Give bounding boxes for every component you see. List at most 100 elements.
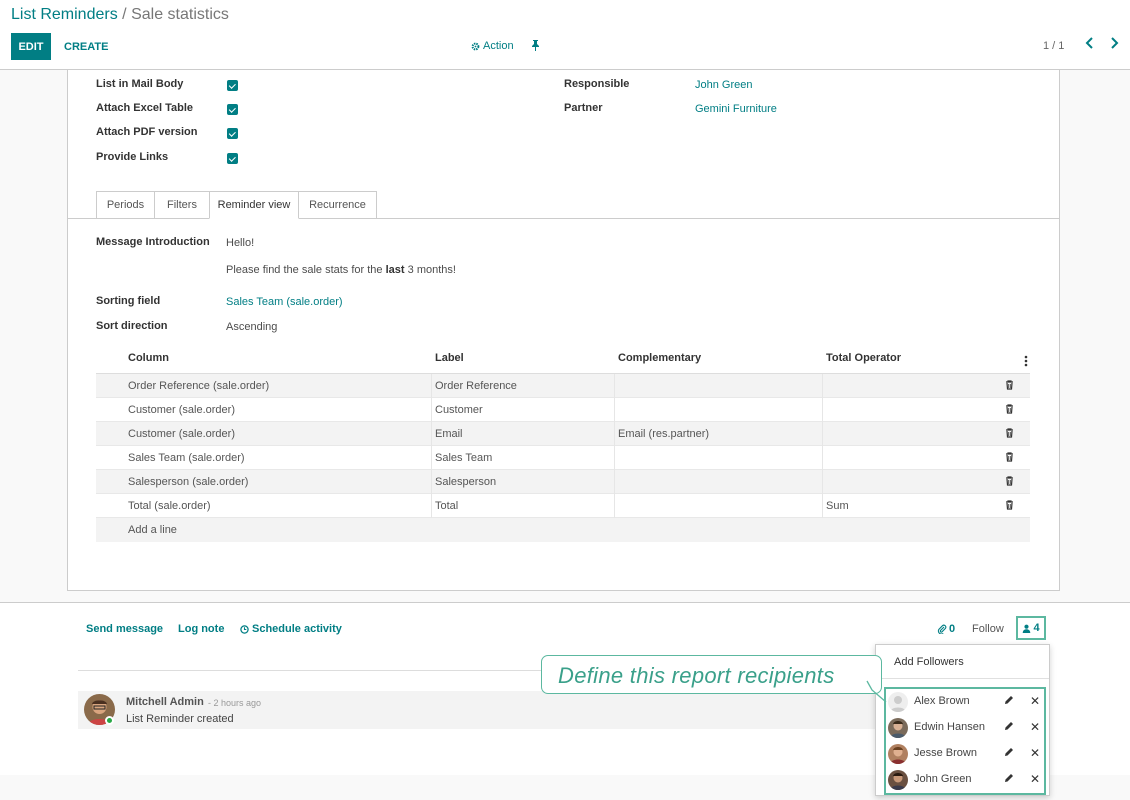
pager-value[interactable]: 1 / 1 <box>1043 40 1064 52</box>
field-label-partner: Partner <box>564 102 603 114</box>
send-message-button[interactable]: Send message <box>86 623 163 635</box>
message-date: - 2 hours ago <box>208 698 262 708</box>
paperclip-icon <box>937 624 947 634</box>
pencil-icon[interactable] <box>1004 695 1014 708</box>
pencil-icon[interactable] <box>1004 747 1014 760</box>
cell-column: Customer (sale.order) <box>128 428 235 440</box>
cell-column: Sales Team (sale.order) <box>128 452 245 464</box>
close-icon[interactable]: ✕ <box>1030 746 1040 760</box>
pager-next-button[interactable] <box>1110 36 1119 53</box>
attachments-button[interactable]: 0 <box>937 623 955 635</box>
pencil-icon[interactable] <box>1004 773 1014 786</box>
message-intro-line1[interactable]: Hello! <box>226 237 254 249</box>
dropdown-divider <box>876 678 1049 679</box>
cell-column: Salesperson (sale.order) <box>128 476 249 488</box>
avatar <box>888 718 908 738</box>
cell-column: Total (sale.order) <box>128 500 211 512</box>
table-row[interactable]: Customer (sale.order) Email Email (res.p… <box>96 422 1030 446</box>
table-row[interactable]: Sales Team (sale.order) Sales Team <box>96 446 1030 470</box>
trash-icon[interactable] <box>1005 380 1014 393</box>
trash-icon[interactable] <box>1005 428 1014 441</box>
checkbox-attach-excel-table[interactable] <box>227 104 238 115</box>
follower-item[interactable]: Alex Brown ✕ <box>886 689 1044 715</box>
sort-direction-value[interactable]: Ascending <box>226 321 277 333</box>
cell-label: Salesperson <box>435 476 497 488</box>
clock-icon <box>240 624 249 634</box>
pencil-icon[interactable] <box>1004 721 1014 734</box>
table-row[interactable]: Customer (sale.order) Customer <box>96 398 1030 422</box>
pager-previous-button[interactable] <box>1085 36 1094 53</box>
followers-dropdown: Add Followers Alex Brown ✕ Edwin Hansen … <box>875 644 1050 796</box>
gear-icon <box>471 42 480 50</box>
trash-icon[interactable] <box>1005 452 1014 465</box>
control-panel: List Reminders / Sale statistics EDIT CR… <box>0 0 1130 70</box>
checkbox-list-in-mail-body[interactable] <box>227 80 238 91</box>
online-status-dot <box>105 716 114 725</box>
form-sheet: List in Mail Body Attach Excel Table Att… <box>67 70 1060 591</box>
field-label-list-in-mail-body: List in Mail Body <box>96 78 184 90</box>
avatar <box>888 770 908 790</box>
message-intro-line2[interactable]: Please find the sale stats for the last … <box>226 264 456 276</box>
follower-name: Alex Brown <box>914 695 970 707</box>
tab-recurrence[interactable]: Recurrence <box>298 191 377 219</box>
schedule-activity-label: Schedule activity <box>252 623 342 635</box>
message-author[interactable]: Mitchell Admin <box>126 696 204 708</box>
log-note-button[interactable]: Log note <box>178 623 224 635</box>
responsible-value-link[interactable]: John Green <box>695 79 752 91</box>
cell-label: Total <box>435 500 459 512</box>
annotation-callout: Define this report recipients <box>541 655 882 694</box>
table-row[interactable]: Total (sale.order) Total Sum <box>96 494 1030 518</box>
trash-icon[interactable] <box>1005 476 1014 489</box>
followers-button[interactable]: 4 <box>1016 616 1046 640</box>
cell-column: Order Reference (sale.order) <box>128 380 270 392</box>
column-header-total-operator[interactable]: Total Operator <box>826 352 901 364</box>
action-menu-button[interactable]: Action <box>471 40 514 52</box>
close-icon[interactable]: ✕ <box>1030 720 1040 734</box>
cell-label: Email <box>435 428 463 440</box>
followers-highlight-box: Alex Brown ✕ Edwin Hansen ✕ Jesse Brown … <box>884 687 1046 795</box>
trash-icon[interactable] <box>1005 500 1014 513</box>
edit-button[interactable]: EDIT <box>11 33 51 60</box>
pin-icon[interactable] <box>531 40 540 54</box>
trash-icon[interactable] <box>1005 404 1014 417</box>
table-row[interactable]: Salesperson (sale.order) Salesperson <box>96 470 1030 494</box>
attachments-count: 0 <box>949 623 956 635</box>
table-row[interactable]: Order Reference (sale.order) Order Refer… <box>96 374 1030 398</box>
column-header-label[interactable]: Label <box>435 352 464 364</box>
breadcrumb-separator: / <box>122 6 127 23</box>
tab-reminder-view[interactable]: Reminder view <box>209 191 299 219</box>
column-header-complementary[interactable]: Complementary <box>618 352 701 364</box>
follow-button[interactable]: Follow <box>972 623 1004 635</box>
follower-item[interactable]: Edwin Hansen ✕ <box>886 715 1044 741</box>
schedule-activity-button[interactable]: Schedule activity <box>240 623 342 635</box>
column-header-column[interactable]: Column <box>128 352 169 364</box>
avatar <box>888 744 908 764</box>
message-body: List Reminder created <box>126 713 234 725</box>
field-label-responsible: Responsible <box>564 78 630 90</box>
add-followers-button[interactable]: Add Followers <box>894 656 964 668</box>
tab-filters[interactable]: Filters <box>154 191 210 219</box>
action-label: Action <box>483 40 514 52</box>
partner-value-link[interactable]: Gemini Furniture <box>695 103 777 115</box>
field-label-attach-excel-table: Attach Excel Table <box>96 102 193 114</box>
tab-periods[interactable]: Periods <box>96 191 155 219</box>
cell-label: Order Reference <box>435 380 517 392</box>
cell-total-operator: Sum <box>826 500 849 512</box>
message-intro-text-pre: Please find the sale stats for the <box>226 264 383 276</box>
follower-item[interactable]: Jesse Brown ✕ <box>886 741 1044 767</box>
checkbox-provide-links[interactable] <box>227 153 238 164</box>
checkbox-attach-pdf-version[interactable] <box>227 128 238 139</box>
kebab-menu-icon[interactable] <box>1024 355 1028 370</box>
chevron-right-icon <box>1111 37 1119 49</box>
cell-complementary: Email (res.partner) <box>618 428 710 440</box>
field-label-provide-links: Provide Links <box>96 151 169 163</box>
sorting-field-link[interactable]: Sales Team (sale.order) <box>226 296 343 308</box>
create-button[interactable]: CREATE <box>58 33 114 60</box>
follower-item[interactable]: John Green ✕ <box>886 767 1044 793</box>
close-icon[interactable]: ✕ <box>1030 694 1040 708</box>
breadcrumb-parent-link[interactable]: List Reminders <box>11 6 118 23</box>
close-icon[interactable]: ✕ <box>1030 772 1040 786</box>
add-a-line-link[interactable]: Add a line <box>128 524 177 536</box>
follower-name: John Green <box>914 773 972 785</box>
message-intro-text-post: 3 months! <box>407 264 456 276</box>
